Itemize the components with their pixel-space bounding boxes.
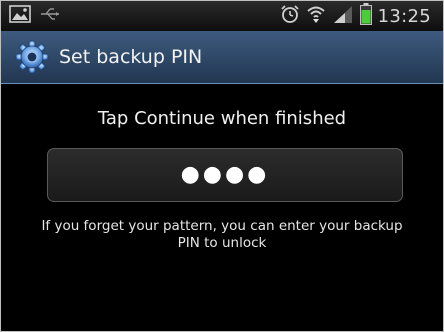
status-bar-system: 13:25 xyxy=(280,3,443,29)
status-bar: 13:25 xyxy=(1,1,443,31)
usb-icon xyxy=(39,5,61,27)
hint-line-2: PIN to unlock xyxy=(177,235,267,251)
pin-input-field[interactable]: ●●●● xyxy=(47,148,403,202)
wifi-icon xyxy=(306,4,326,28)
phone-screen: 13:25 Set backup PIN Tap Continue when f… xyxy=(0,0,444,332)
battery-icon xyxy=(359,3,372,29)
hint-text: If you forget your pattern, you can ente… xyxy=(1,218,443,252)
alarm-clock-icon xyxy=(280,4,300,28)
title-bar: Set backup PIN xyxy=(1,31,443,84)
status-time: 13:25 xyxy=(377,5,431,27)
status-bar-notifications xyxy=(1,5,61,27)
pin-masked-value: ●●●● xyxy=(180,162,270,187)
hint-line-1: If you forget your pattern, you can ente… xyxy=(41,218,403,234)
signal-icon xyxy=(332,4,354,28)
image-icon xyxy=(9,5,31,27)
instruction-text: Tap Continue when finished xyxy=(97,108,347,129)
screen-title: Set backup PIN xyxy=(59,46,203,68)
gear-icon xyxy=(15,40,49,74)
